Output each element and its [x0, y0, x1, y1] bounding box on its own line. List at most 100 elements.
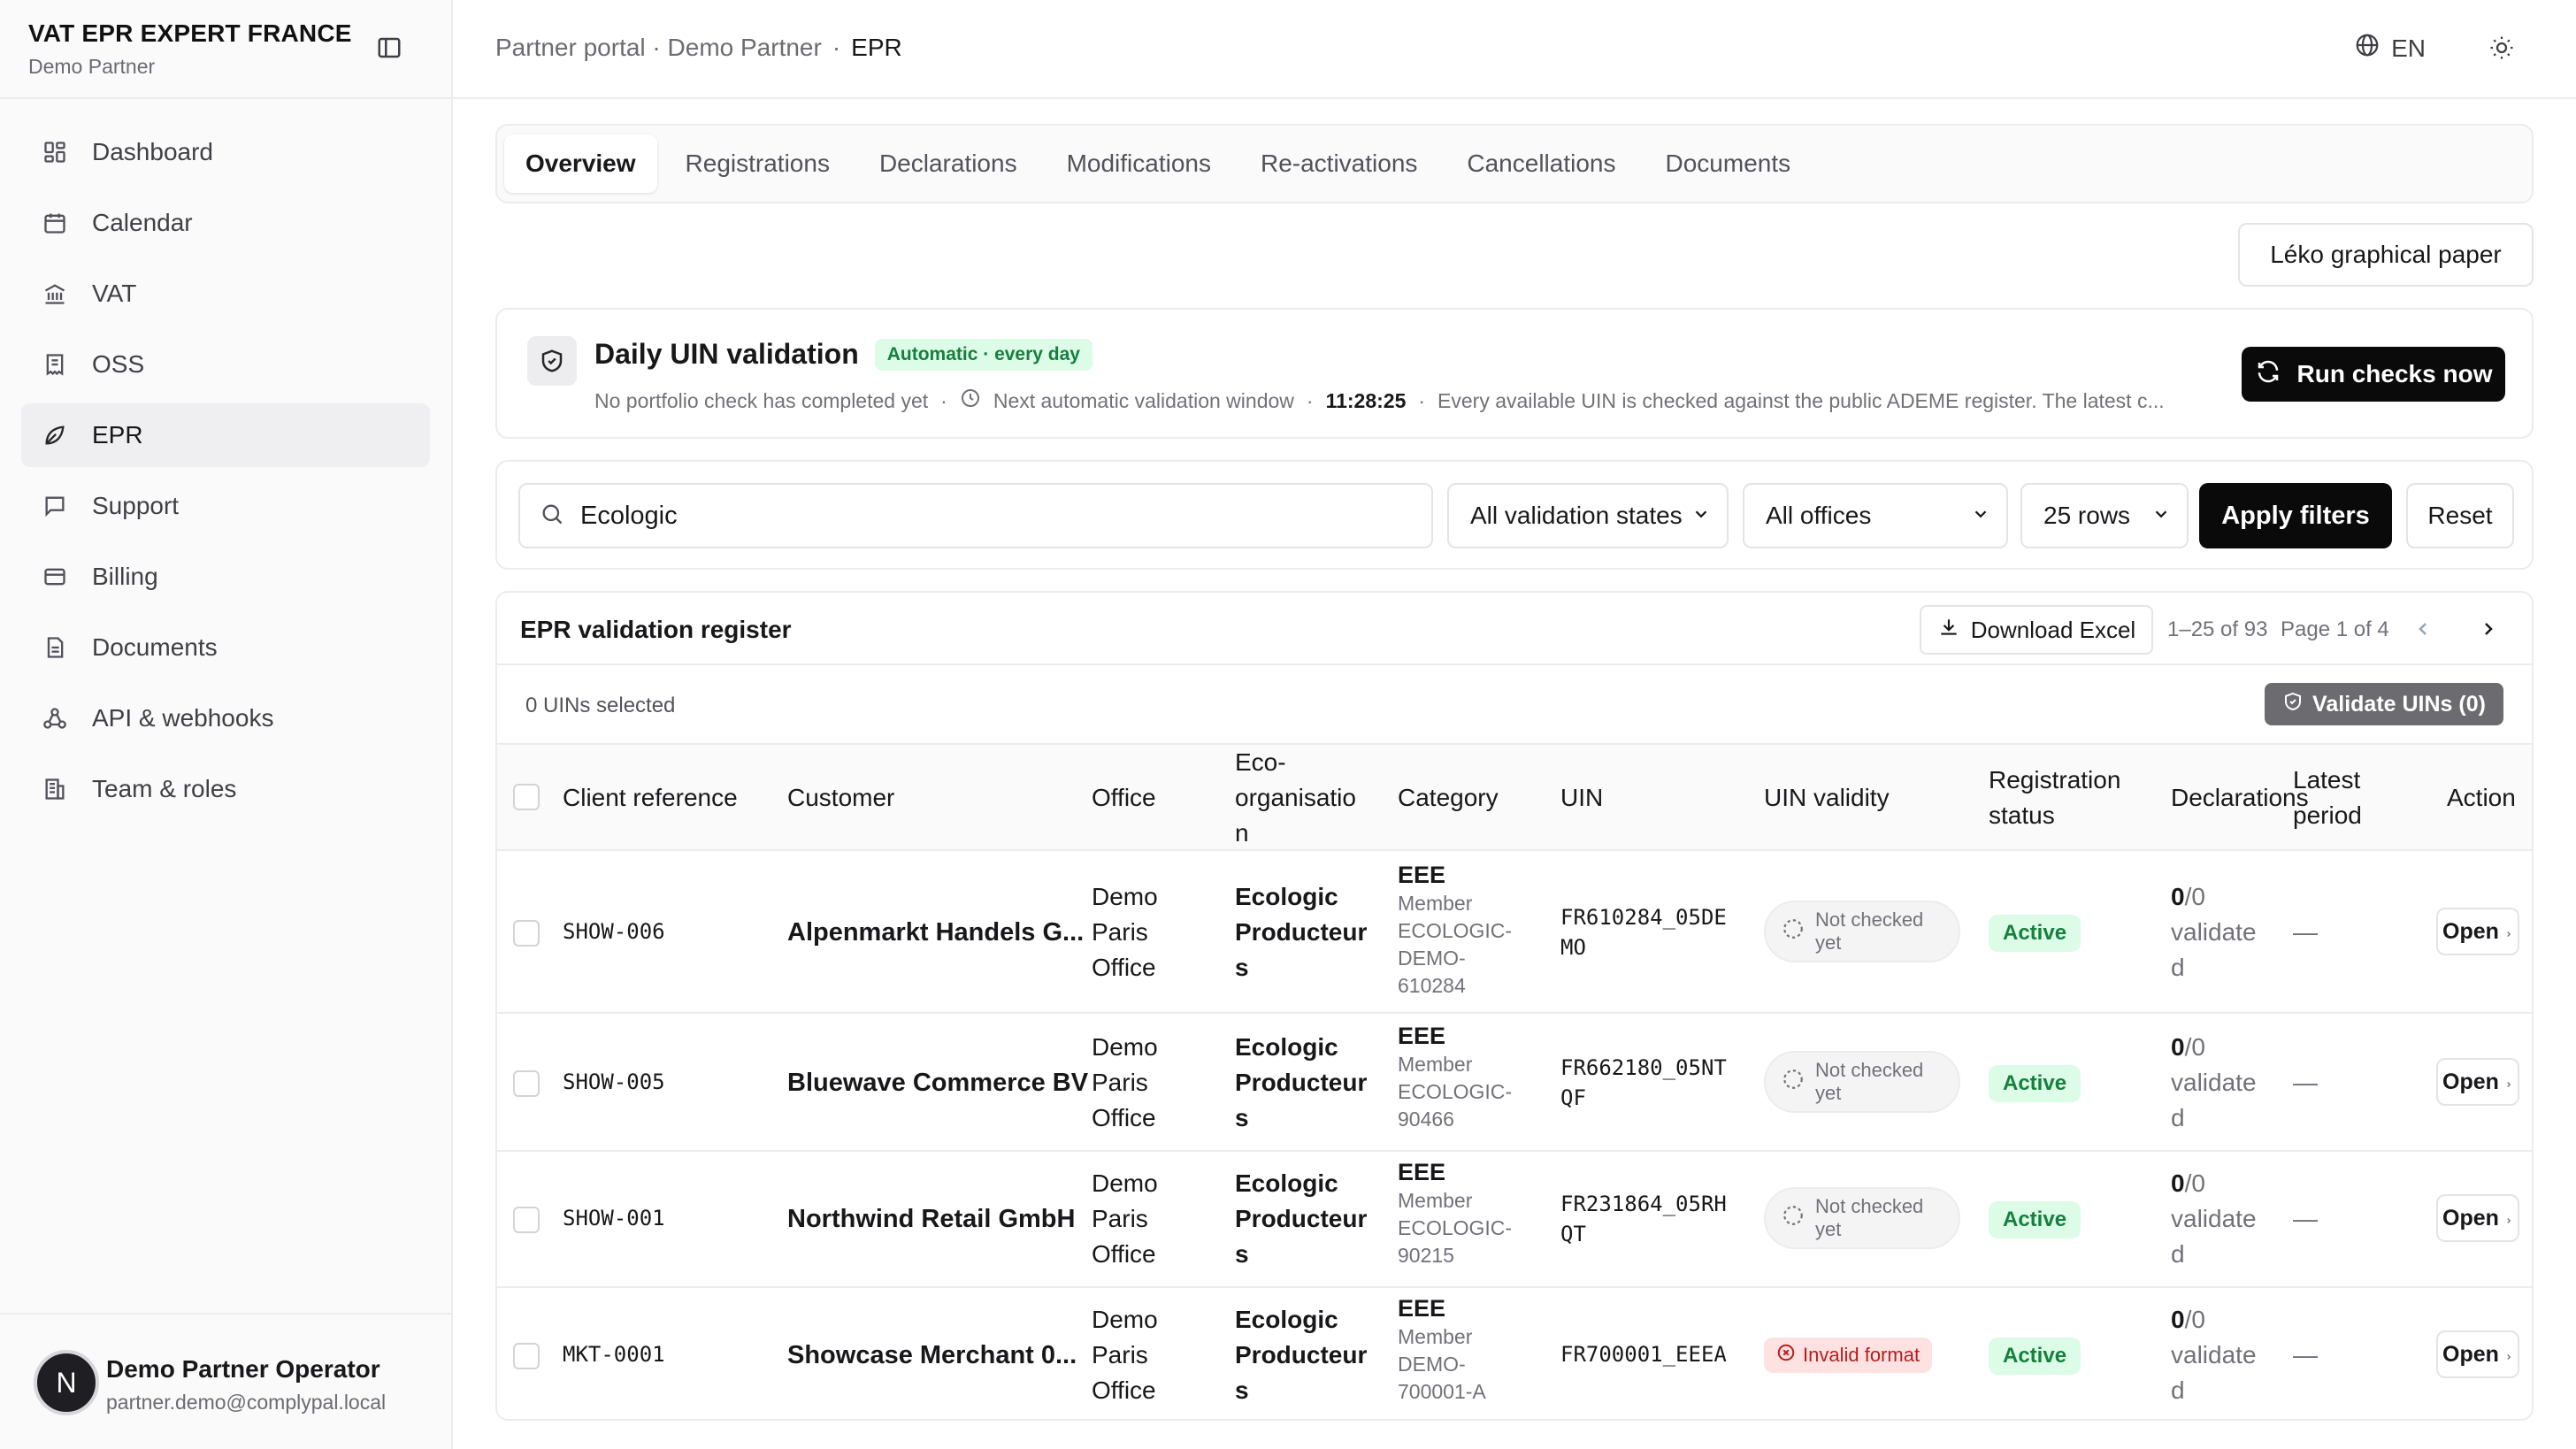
- search-box[interactable]: [518, 483, 1433, 548]
- sidebar-item-label: VAT: [92, 280, 137, 307]
- leaf-icon: [41, 421, 69, 449]
- customer-name[interactable]: Bluewave Commerce BV: [787, 1065, 1088, 1100]
- sun-icon[interactable]: [2488, 34, 2516, 62]
- schedule-badge: Automatic · every day: [874, 338, 1092, 371]
- sidebar-item-oss[interactable]: OSS: [21, 333, 430, 396]
- open-button[interactable]: Open: [2436, 1194, 2519, 1242]
- rows-select[interactable]: 25 rows: [2020, 483, 2189, 548]
- run-checks-button[interactable]: Run checks now: [2242, 347, 2505, 402]
- page-indicator: Page 1 of 4: [2281, 617, 2389, 641]
- col-registration-status[interactable]: Registration status: [1989, 763, 2148, 833]
- row-checkbox[interactable]: [513, 1207, 540, 1233]
- table-row[interactable]: SHOW-005 Bluewave Commerce BV Demo Paris…: [497, 1014, 2532, 1152]
- sidebar-item-epr[interactable]: EPR: [21, 403, 430, 467]
- sidebar-item-vat[interactable]: VAT: [21, 262, 430, 326]
- tab-cancellations[interactable]: Cancellations: [1445, 134, 1637, 193]
- declarations-count: 0/0 validate d: [2171, 879, 2257, 985]
- validation-title-row: Daily UIN validation Automatic · every d…: [594, 338, 1092, 371]
- breadcrumb-parent[interactable]: Partner portal · Demo Partner: [495, 34, 822, 62]
- brand-title: VAT EPR EXPERT FRANCE: [28, 19, 352, 47]
- sidebar-item-api-webhooks[interactable]: API & webhooks: [21, 686, 430, 750]
- office: Demo Paris Office: [1092, 1306, 1158, 1404]
- eco-organisation: Ecologic Producteur s: [1235, 1169, 1368, 1268]
- document-icon: [41, 633, 69, 662]
- reset-button[interactable]: Reset: [2406, 483, 2514, 548]
- col-uin-validity[interactable]: UIN validity: [1764, 780, 1890, 816]
- customer-name[interactable]: Northwind Retail GmbH: [787, 1201, 1075, 1237]
- table-row[interactable]: MKT-0001 Showcase Merchant 0... Demo Par…: [497, 1288, 2532, 1419]
- sidebar-item-billing[interactable]: Billing: [21, 545, 430, 609]
- customer-name[interactable]: Alpenmarkt Handels G...: [787, 915, 1084, 950]
- category: EEE: [1398, 1023, 1446, 1049]
- user-menu[interactable]: N Demo Partner Operator partner.demo@com…: [0, 1313, 451, 1449]
- sidebar-divider: [0, 97, 451, 99]
- open-button[interactable]: Open: [2436, 1330, 2519, 1378]
- tab-documents[interactable]: Documents: [1644, 134, 1813, 193]
- table-row[interactable]: SHOW-001 Northwind Retail GmbH Demo Pari…: [497, 1152, 2532, 1288]
- sidebar-item-label: EPR: [92, 421, 143, 448]
- office: Demo Paris Office: [1092, 1169, 1158, 1268]
- dashed-circle-icon: [1782, 1204, 1805, 1232]
- tab-re-activations[interactable]: Re-activations: [1239, 134, 1438, 193]
- row-checkbox[interactable]: [513, 920, 540, 947]
- sidebar-item-support[interactable]: Support: [21, 474, 430, 538]
- graphical-paper-button[interactable]: Léko graphical paper: [2238, 223, 2534, 287]
- validity-badge-invalid: Invalid format: [1764, 1338, 1933, 1373]
- download-icon: [1937, 616, 1960, 645]
- open-button[interactable]: Open: [2436, 908, 2519, 955]
- validity-badge: Not checked yet: [1764, 1051, 1960, 1113]
- tab-overview[interactable]: Overview: [504, 134, 657, 193]
- col-customer[interactable]: Customer: [787, 780, 894, 816]
- apply-filters-button[interactable]: Apply filters: [2199, 483, 2392, 548]
- chevron-down-icon: [2151, 502, 2171, 530]
- sidebar: VAT EPR EXPERT FRANCE Demo Partner Dashb…: [0, 0, 453, 1449]
- category-cell: EEE Member ECOLOGIC-90215: [1398, 1157, 1530, 1269]
- validation-state-select[interactable]: All validation states: [1447, 483, 1729, 548]
- tab-modifications[interactable]: Modifications: [1046, 134, 1232, 193]
- tab-declarations[interactable]: Declarations: [858, 134, 1039, 193]
- daily-validation-card: Daily UIN validation Automatic · every d…: [495, 308, 2534, 439]
- meta-separator: ·: [1306, 388, 1314, 412]
- sidebar-item-calendar[interactable]: Calendar: [21, 191, 430, 255]
- validity-label: Not checked yet: [1815, 1059, 1924, 1104]
- sidebar-item-dashboard[interactable]: Dashboard: [21, 120, 430, 184]
- validity-label: Invalid format: [1803, 1344, 1920, 1366]
- tab-registrations[interactable]: Registrations: [664, 134, 851, 193]
- sidebar-item-team-roles[interactable]: Team & roles: [21, 757, 430, 821]
- col-latest-period[interactable]: Latest period: [2293, 763, 2390, 833]
- chevron-right-icon: [2504, 1206, 2513, 1231]
- table-row[interactable]: SHOW-006 Alpenmarkt Handels G... Demo Pa…: [497, 851, 2532, 1014]
- epr-register: EPR validation register Download Excel 1…: [495, 591, 2534, 1421]
- client-reference: SHOW-005: [563, 1070, 665, 1094]
- office-select[interactable]: All offices: [1743, 483, 2008, 548]
- chevron-right-icon[interactable]: [2473, 614, 2503, 644]
- row-checkbox[interactable]: [513, 1343, 540, 1369]
- clock-icon: [960, 387, 981, 414]
- register-title: EPR validation register: [520, 616, 792, 643]
- row-checkbox[interactable]: [513, 1070, 540, 1097]
- refresh-icon: [2255, 358, 2281, 391]
- meta-separator: ·: [1418, 388, 1426, 412]
- language-switcher[interactable]: EN: [2354, 32, 2426, 65]
- col-category[interactable]: Category: [1398, 780, 1499, 816]
- avatar: N: [34, 1350, 99, 1415]
- customer-name[interactable]: Showcase Merchant 0...: [787, 1338, 1077, 1373]
- search-input[interactable]: [580, 501, 1376, 531]
- download-excel-button[interactable]: Download Excel: [1920, 605, 2153, 655]
- col-client-reference[interactable]: Client reference: [563, 780, 738, 816]
- select-all-checkbox[interactable]: [513, 784, 540, 810]
- col-uin[interactable]: UIN: [1560, 780, 1603, 816]
- col-declarations[interactable]: Declarations: [2171, 780, 2309, 816]
- validation-meta: No portfolio check has completed yet · N…: [594, 387, 2187, 414]
- shield-check-icon: [2282, 691, 2304, 718]
- receipt-icon: [41, 350, 69, 379]
- col-office[interactable]: Office: [1092, 780, 1156, 816]
- sidebar-toggle-icon[interactable]: [375, 34, 403, 62]
- member-id: Member ECOLOGIC-DEMO-610284: [1398, 892, 1513, 997]
- open-button[interactable]: Open: [2436, 1058, 2519, 1106]
- chevron-left-icon[interactable]: [2408, 614, 2438, 644]
- validate-uins-button[interactable]: Validate UINs (0): [2265, 683, 2503, 725]
- col-eco-organisation[interactable]: Eco-organisatio n: [1235, 745, 1371, 851]
- sidebar-item-documents[interactable]: Documents: [21, 616, 430, 679]
- brand: VAT EPR EXPERT FRANCE Demo Partner: [28, 19, 352, 79]
